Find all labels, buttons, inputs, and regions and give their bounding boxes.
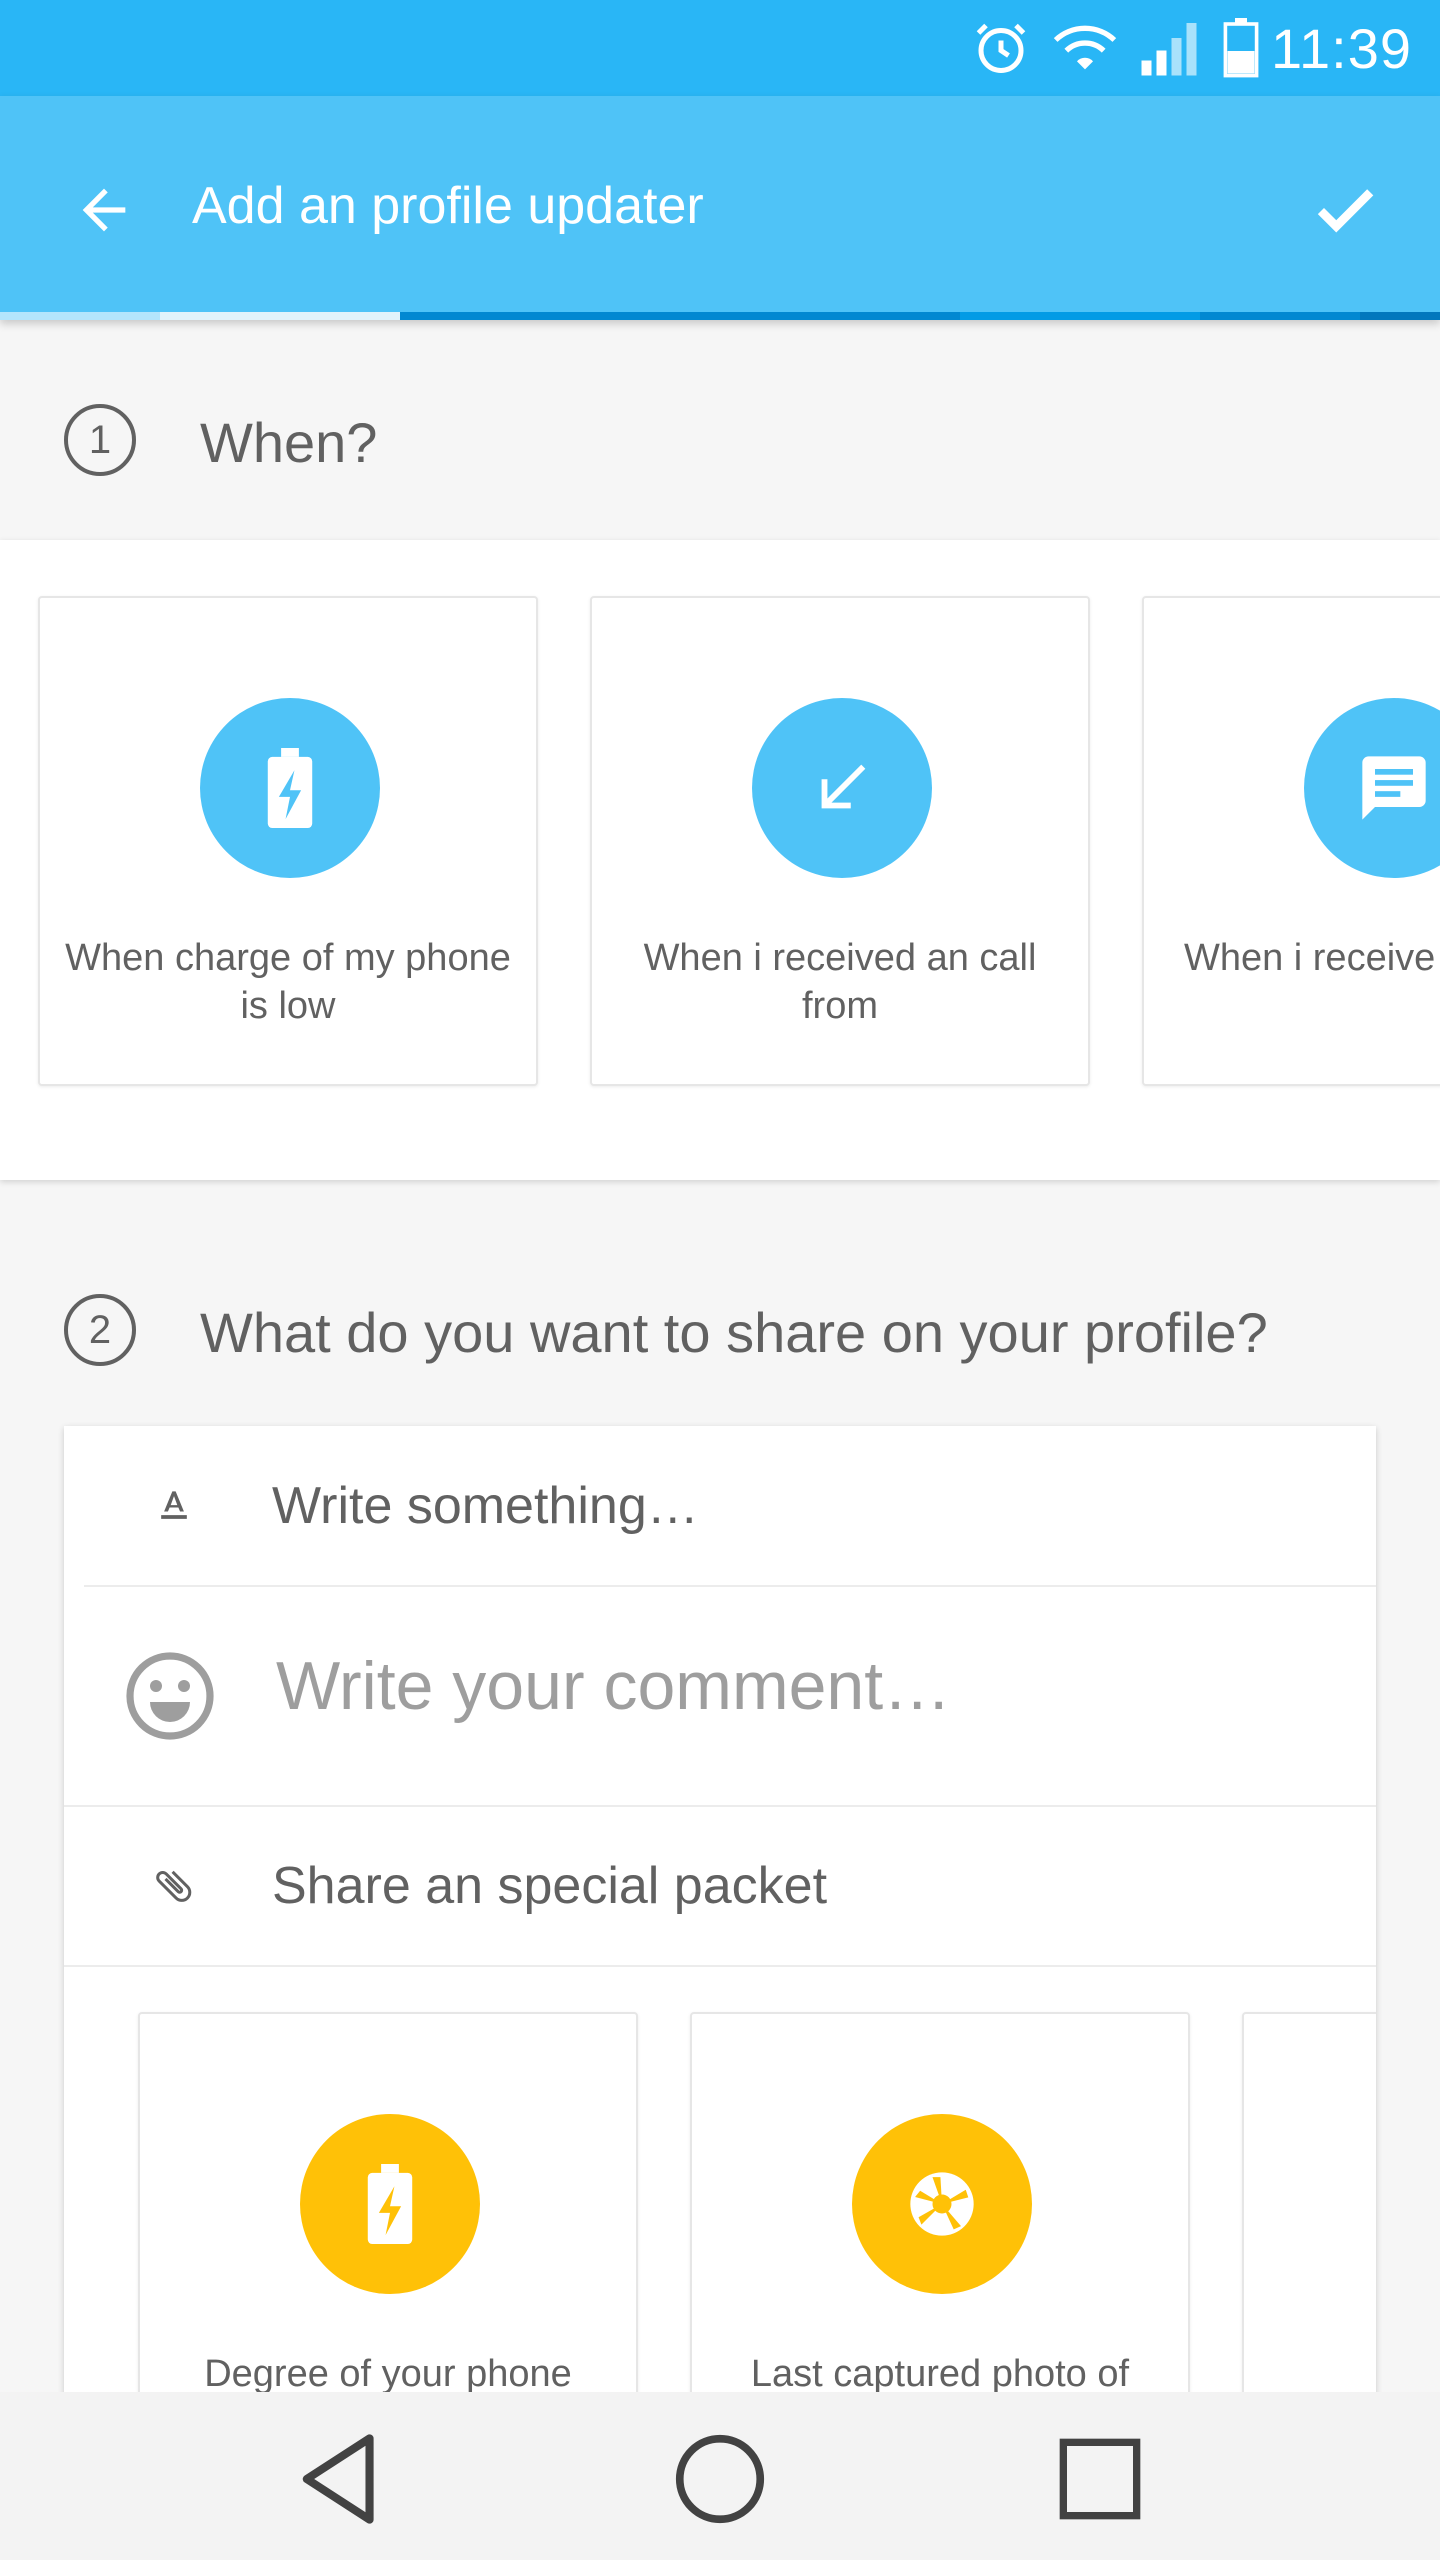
app-toolbar: Add an profile updater <box>0 96 1440 320</box>
emoji-icon[interactable] <box>120 1646 220 1746</box>
divider <box>64 1965 1376 1967</box>
alarm-icon <box>971 18 1031 78</box>
wifi-icon <box>1053 20 1117 76</box>
section-share-title: What do you want to share on your profil… <box>200 1301 1268 1364</box>
message-icon <box>1304 698 1440 878</box>
trigger-card-label: When i received an call from <box>643 937 1037 1027</box>
trigger-card-received-call[interactable]: When i received an call from <box>590 596 1090 1086</box>
back-triangle-icon <box>295 2431 385 2532</box>
packet-card-more[interactable] <box>1242 2012 1376 2426</box>
trigger-card-received-message[interactable]: When i receive message <box>1142 596 1440 1086</box>
page-title: Add an profile updater <box>192 177 704 235</box>
trigger-card-label: When charge of my phone is low <box>65 937 511 1027</box>
packet-card-battery[interactable]: Degree of your phone <box>138 2012 638 2426</box>
write-something-label: Write something… <box>272 1477 699 1535</box>
progress-indicator <box>0 312 1440 320</box>
nav-back-button[interactable] <box>285 2426 395 2536</box>
system-nav-bar <box>0 2392 1440 2560</box>
status-bar: 11:39 <box>0 0 1440 96</box>
comment-row <box>64 1586 1376 1806</box>
share-packet-label: Share an special packet <box>272 1857 828 1915</box>
packet-card-photo[interactable]: Last captured photo of <box>690 2012 1190 2426</box>
camera-shutter-icon <box>852 2114 1032 2294</box>
paperclip-icon <box>144 1856 204 1916</box>
step-number-2: 2 <box>64 1294 136 1366</box>
status-time: 11:39 <box>1271 16 1412 80</box>
step-number-1: 1 <box>64 404 136 476</box>
nav-home-button[interactable] <box>665 2426 775 2536</box>
packet-card-label: Degree of your phone <box>204 2353 572 2395</box>
trigger-card-low-battery[interactable]: When charge of my phone is low <box>38 596 538 1086</box>
section-when-title: When? <box>200 411 378 474</box>
call-received-icon <box>752 698 932 878</box>
signal-icon <box>1139 20 1199 76</box>
when-options-panel: When charge of my phone is low When i re… <box>0 540 1440 1180</box>
battery-icon <box>1221 18 1261 78</box>
write-something-row[interactable]: Write something… <box>64 1426 1376 1586</box>
share-options-panel: Write something… Share an special packet… <box>64 1426 1376 2426</box>
home-circle-icon <box>674 2433 766 2530</box>
back-button[interactable] <box>64 172 144 252</box>
comment-input[interactable] <box>276 1636 1276 1736</box>
battery-charging-icon <box>300 2114 480 2294</box>
text-format-icon <box>144 1476 204 1536</box>
check-icon <box>1310 175 1380 250</box>
battery-charging-icon <box>200 698 380 878</box>
arrow-back-icon <box>72 178 136 247</box>
share-packet-row[interactable]: Share an special packet <box>64 1806 1376 1966</box>
recents-square-icon <box>1056 2435 1144 2528</box>
nav-recents-button[interactable] <box>1045 2426 1155 2536</box>
packet-card-label: Last captured photo of <box>750 2353 1130 2395</box>
section-when-header: 1 When? <box>0 390 1440 490</box>
section-share-header: 2 What do you want to share on your prof… <box>0 1280 1440 1380</box>
confirm-button[interactable] <box>1300 172 1390 252</box>
trigger-card-label: When i receive message <box>1183 937 1440 979</box>
